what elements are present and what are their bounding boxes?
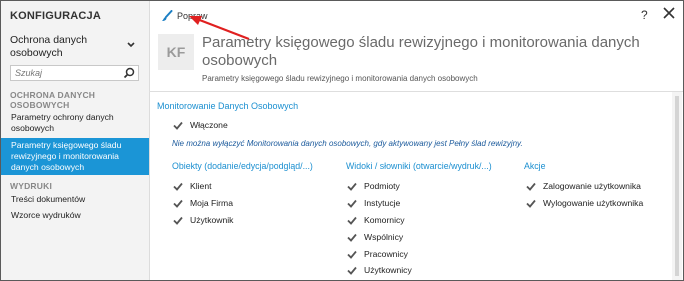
check-icon [173, 199, 183, 208]
help-button[interactable]: ? [641, 8, 648, 22]
checkbox-client[interactable]: Klient [173, 181, 212, 191]
configuration-window: KONFIGURACJA Ochrona danych osobowych OC… [0, 0, 684, 281]
checkbox-bailiffs[interactable]: Komornicy [347, 215, 405, 225]
vertical-scrollbar[interactable] [672, 92, 682, 280]
check-icon [526, 199, 536, 208]
section-title: Monitorowanie Danych Osobowych [157, 101, 299, 111]
checkbox-user-logout[interactable]: Wylogowanie użytkownika [526, 198, 643, 208]
sidebar-item-document-contents[interactable]: Treści dokumentów [1, 194, 149, 205]
close-icon[interactable] [662, 6, 676, 20]
sidebar-item-audit-trail-params[interactable]: Parametry księgowego śladu rewizyjnego i… [1, 138, 149, 175]
search-icon[interactable] [123, 67, 135, 79]
sidebar-group-printouts: WYDRUKI [10, 181, 53, 191]
page-subtitle: Parametry księgowego śladu rewizyjnego i… [202, 74, 478, 83]
sidebar: KONFIGURACJA Ochrona danych osobowych OC… [1, 1, 150, 280]
checkbox-label: Wylogowanie użytkownika [543, 198, 644, 208]
module-badge: KF [158, 34, 194, 70]
checkbox-user[interactable]: Użytkownik [173, 215, 233, 225]
check-icon [347, 182, 357, 191]
search-box[interactable] [10, 65, 139, 81]
checkbox-users[interactable]: Użytkownicy [347, 265, 412, 275]
checkbox-entities[interactable]: Podmioty [347, 181, 400, 191]
sidebar-item-print-templates[interactable]: Wzorce wydruków [1, 210, 149, 221]
check-icon [347, 266, 357, 275]
settings-panel: Monitorowanie Danych Osobowych Włączone … [149, 92, 672, 280]
info-note: Nie można wyłączyć Monitorowania danych … [172, 139, 523, 148]
checkbox-user-login[interactable]: Zalogowanie użytkownika [526, 181, 641, 191]
checkbox-label: Moja Firma [190, 198, 233, 208]
chevron-down-icon [127, 42, 135, 48]
checkbox-label: Pracownicy [364, 249, 408, 259]
check-icon [173, 121, 183, 130]
check-icon [173, 216, 183, 225]
check-icon [526, 182, 536, 191]
brush-icon [162, 10, 173, 21]
checkbox-label: Włączone [190, 120, 228, 130]
scrollbar-thumb[interactable] [675, 96, 679, 276]
column-title-actions: Akcje [524, 161, 546, 171]
sidebar-group-data-protection: OCHRONA DANYCH OSOBOWYCH [10, 90, 96, 110]
search-input[interactable] [11, 66, 123, 80]
check-icon [347, 216, 357, 225]
checkbox-label: Użytkownicy [364, 265, 412, 275]
checkbox-label: Użytkownik [190, 215, 234, 225]
module-select-value: Ochrona danych osobowych [10, 34, 88, 59]
checkbox-label: Podmioty [364, 181, 400, 191]
column-title-views: Widoki / słowniki (otwarcie/wydruk/...) [346, 161, 492, 171]
checkbox-label: Komornicy [364, 215, 405, 225]
checkbox-partners[interactable]: Wspólnicy [347, 232, 403, 242]
check-icon [347, 233, 357, 242]
checkbox-my-company[interactable]: Moja Firma [173, 198, 233, 208]
page-title: Parametry księgowego śladu rewizyjnego i… [202, 34, 640, 69]
checkbox-label: Wspólnicy [364, 232, 404, 242]
check-icon [347, 250, 357, 259]
column-title-objects: Obiekty (dodanie/edycja/podgląd/...) [172, 161, 313, 171]
checkbox-employees[interactable]: Pracownicy [347, 249, 408, 259]
module-select[interactable]: Ochrona danych osobowych [10, 34, 138, 62]
check-icon [173, 182, 183, 191]
checkbox-enabled[interactable]: Włączone [173, 120, 228, 130]
checkbox-label: Instytucje [364, 198, 401, 208]
sidebar-item-data-protection-params[interactable]: Parametry ochrony danych osobowych [1, 112, 149, 134]
sidebar-title: KONFIGURACJA [10, 10, 102, 22]
checkbox-label: Zalogowanie użytkownika [543, 181, 641, 191]
checkbox-label: Klient [190, 181, 212, 191]
check-icon [347, 199, 357, 208]
checkbox-institutions[interactable]: Instytucje [347, 198, 400, 208]
